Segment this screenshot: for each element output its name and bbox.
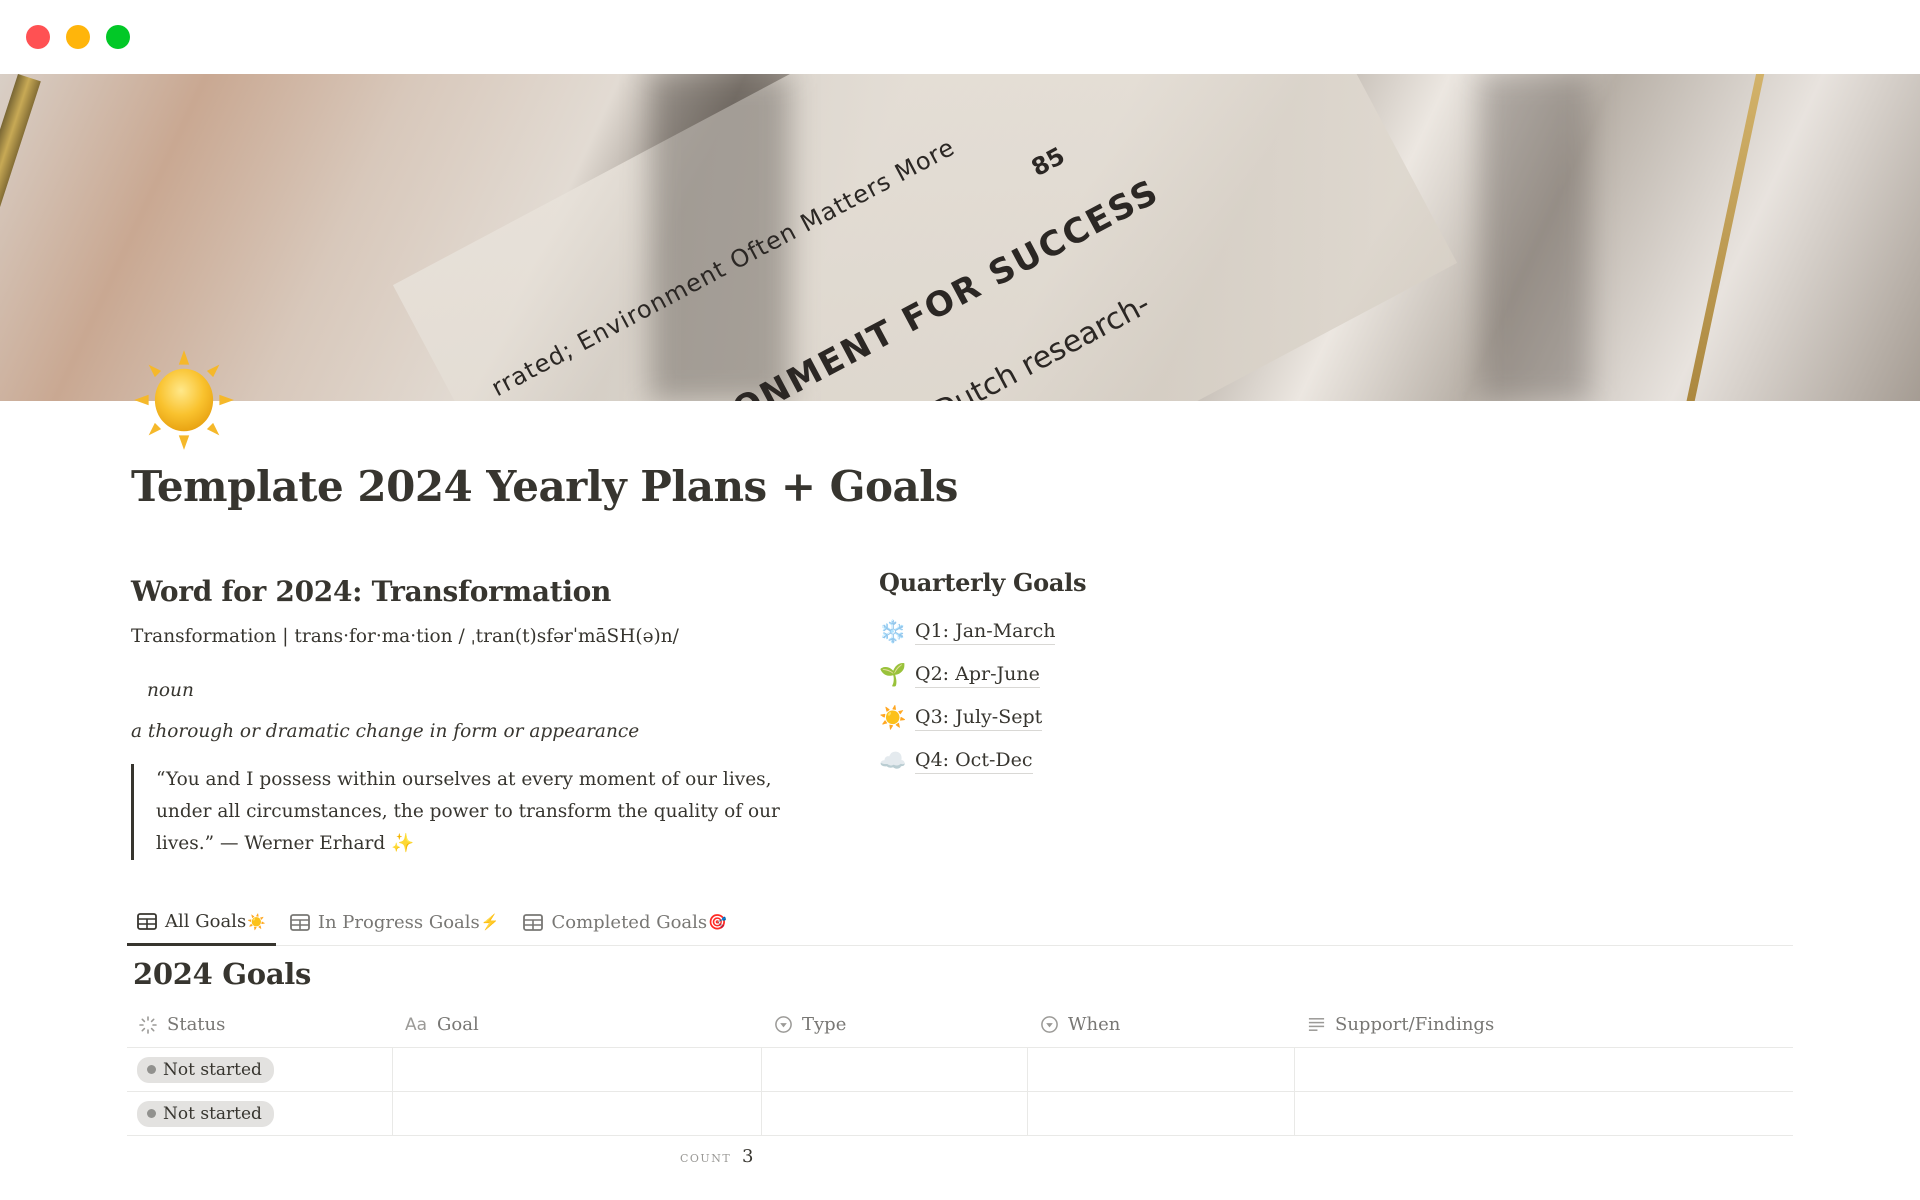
quarterly-goals-column: Quarterly Goals ❄️ Q1: Jan-March 🌱 Q2: A… [879,568,1086,783]
quarter-link-label[interactable]: Q3: July-Sept [915,706,1043,731]
part-of-speech: noun [147,680,194,701]
snowflake-icon: ❄️ [879,620,907,645]
when-cell[interactable] [1028,1092,1295,1135]
quote-block: “You and I possess within ourselves at e… [131,764,786,860]
column-label: Support/Findings [1335,1014,1495,1035]
cover-tassel [0,74,41,367]
goal-cell[interactable] [393,1092,762,1135]
status-cell[interactable]: Not started [127,1092,393,1135]
column-label: Type [802,1014,847,1035]
status-dot-icon [147,1065,156,1074]
minimize-window-button[interactable] [66,25,90,49]
table-row[interactable]: Not started [127,1092,1793,1136]
tab-in-progress-goals[interactable]: In Progress Goals ⚡ [280,900,510,944]
type-cell[interactable] [762,1048,1028,1091]
status-cell[interactable]: Not started [127,1048,393,1091]
sun-icon: ☀️ [247,912,266,931]
table-icon [289,913,310,931]
page-icon-sun[interactable] [132,348,236,452]
quarter-link-label[interactable]: Q4: Oct-Dec [915,749,1033,774]
tab-completed-goals[interactable]: Completed Goals 🎯 [513,900,736,944]
status-badge[interactable]: Not started [137,1100,274,1127]
text-title-icon: Aa [404,1014,428,1035]
type-cell[interactable] [762,1092,1028,1135]
count-label: count [680,1147,732,1166]
page-title[interactable]: Template 2024 Yearly Plans + Goals [131,462,958,511]
table-icon [137,913,157,930]
word-meaning: a thorough or dramatic change in form or… [131,721,640,742]
status-badge[interactable]: Not started [137,1056,274,1083]
cover-gold-edge [1680,74,1768,401]
table-icon [523,913,544,931]
column-header-when[interactable]: When [1028,1002,1295,1047]
quarter-link-q3[interactable]: ☀️ Q3: July-Sept [879,697,1086,740]
quote-text: “You and I possess within ourselves at e… [156,769,780,854]
quarter-link-q4[interactable]: ☁️ Q4: Oct-Dec [879,740,1086,783]
status-label: Not started [163,1103,262,1124]
tab-label: All Goals [165,911,247,932]
quarterly-goals-heading: Quarterly Goals [879,568,1087,597]
page-cover-image[interactable]: rrated; Environment Often Matters More R… [0,74,1920,401]
status-label: Not started [163,1059,262,1080]
seedling-icon: 🌱 [879,663,907,688]
sun-icon: ☀️ [879,706,907,731]
quarter-link-label[interactable]: Q2: Apr-June [915,663,1040,688]
column-label: Goal [437,1014,479,1035]
when-cell[interactable] [1028,1048,1295,1091]
column-label: Status [167,1014,226,1035]
tab-label: In Progress Goals [317,911,480,933]
lightning-icon: ⚡ [480,913,500,931]
cover-shadow [1480,74,1590,401]
goals-table: Status Aa Goal Type When Support/Finding… [127,1002,1793,1136]
table-header-row: Status Aa Goal Type When Support/Finding… [127,1002,1793,1048]
column-header-support-findings[interactable]: Support/Findings [1295,1002,1793,1047]
cloud-icon: ☁️ [879,749,907,774]
column-header-status[interactable]: Status [127,1002,393,1047]
tab-all-goals[interactable]: All Goals ☀️ [127,900,276,946]
quarter-link-label[interactable]: Q1: Jan-March [915,620,1056,645]
definition-line: Transformation | trans·for·ma·tion / ˌtr… [131,626,679,647]
select-icon [1038,1014,1060,1036]
database-view-tabs: All Goals ☀️ In Progress Goals ⚡ Complet… [127,900,1793,946]
sparkles-icon: ✨ [391,833,415,854]
goal-cell[interactable] [393,1048,762,1091]
column-header-type[interactable]: Type [762,1002,1028,1047]
status-icon [137,1014,159,1036]
word-of-year-column: Word for 2024: Transformation Transforma… [131,575,791,860]
window-titlebar [0,0,1920,74]
count-value: 3 [741,1146,754,1167]
database-title[interactable]: 2024 Goals [133,957,311,991]
status-dot-icon [147,1109,156,1118]
maximize-window-button[interactable] [106,25,130,49]
quarter-link-q1[interactable]: ❄️ Q1: Jan-March [879,611,1086,654]
support-cell[interactable] [1295,1092,1793,1135]
column-label: When [1068,1014,1121,1035]
table-row[interactable]: Not started [127,1048,1793,1092]
target-icon: 🎯 [708,913,727,931]
tab-label: Completed Goals [551,911,708,933]
close-window-button[interactable] [26,25,50,49]
quarter-link-q2[interactable]: 🌱 Q2: Apr-June [879,654,1086,697]
row-count-summary[interactable]: count 3 [680,1146,753,1167]
select-icon [772,1014,794,1036]
word-heading: Word for 2024: Transformation [131,575,612,608]
sun-icon [134,350,234,450]
support-cell[interactable] [1295,1048,1793,1091]
column-header-goal[interactable]: Aa Goal [393,1002,762,1047]
text-lines-icon [1305,1014,1327,1036]
